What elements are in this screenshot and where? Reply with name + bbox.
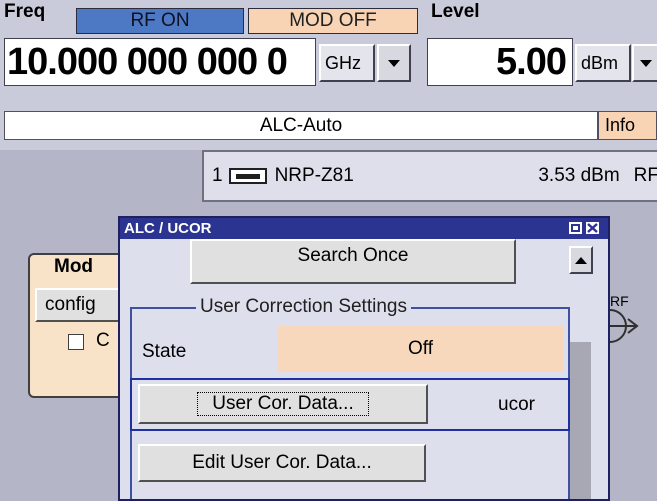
level-input[interactable]: 5.00 [427,38,573,86]
freq-label: Freq [4,1,46,22]
user-correction-group-title: User Correction Settings [196,296,411,318]
state-value: Off [408,338,433,359]
chevron-down-icon [388,59,400,67]
rf-on-status[interactable]: RF ON [76,8,244,34]
sensor-index: 1 [212,165,223,186]
level-unit-dropdown-button[interactable] [632,44,657,82]
search-once-label: Search Once [297,244,409,266]
dialog-title: ALC / UCOR [124,220,212,237]
mod-checkbox-label: C [96,330,110,351]
rf-output-connector-icon [609,309,639,343]
state-label: State [142,341,187,362]
sensor-rf-label: RF [633,165,657,186]
frequency-unit-dropdown-button[interactable] [377,44,411,82]
maximize-button[interactable] [568,221,583,235]
mod-off-status[interactable]: MOD OFF [248,8,418,34]
level-unit-value: dBm [581,52,619,73]
state-select[interactable]: Off [278,326,563,372]
info-button[interactable]: Info [598,111,657,140]
sensor-name: NRP-Z81 [274,165,354,186]
sensor-reading: 3.53 dBm [538,165,620,186]
scrollbar-track[interactable] [569,342,591,499]
power-sensor-panel[interactable]: 1 NRP-Z81 3.53 dBm RF [202,150,657,202]
frequency-unit-value: GHz [325,52,361,73]
alc-ucor-dialog[interactable]: ALC / UCOR Search Once User Correction S… [118,216,610,501]
alc-status-bar: ALC-Auto [4,111,598,140]
scroll-up-button[interactable] [569,246,593,274]
frequency-unit-select[interactable]: GHz [319,44,375,82]
edit-user-cor-data-label: Edit User Cor. Data... [192,452,372,473]
close-icon [587,223,598,233]
close-button[interactable] [585,221,600,235]
mod-block-title: Mod [54,256,94,277]
search-once-button[interactable]: Search Once [190,239,516,284]
level-label: Level [431,1,480,22]
maximize-icon [571,224,580,232]
edit-user-cor-data-button[interactable]: Edit User Cor. Data... [138,444,426,482]
mod-enable-checkbox[interactable] [68,334,84,350]
dialog-title-bar[interactable]: ALC / UCOR [120,218,608,239]
frequency-input[interactable]: 10.000 000 000 0 [4,38,316,86]
level-unit-select[interactable]: dBm [575,44,631,82]
mod-config-label: config [45,294,96,315]
user-cor-data-button[interactable]: User Cor. Data... [138,384,428,424]
usb-sensor-icon [228,168,267,184]
chevron-up-icon [575,256,587,264]
chevron-down-icon [640,59,652,67]
user-cor-data-value: ucor [498,394,535,415]
user-cor-data-label: User Cor. Data... [197,392,369,416]
